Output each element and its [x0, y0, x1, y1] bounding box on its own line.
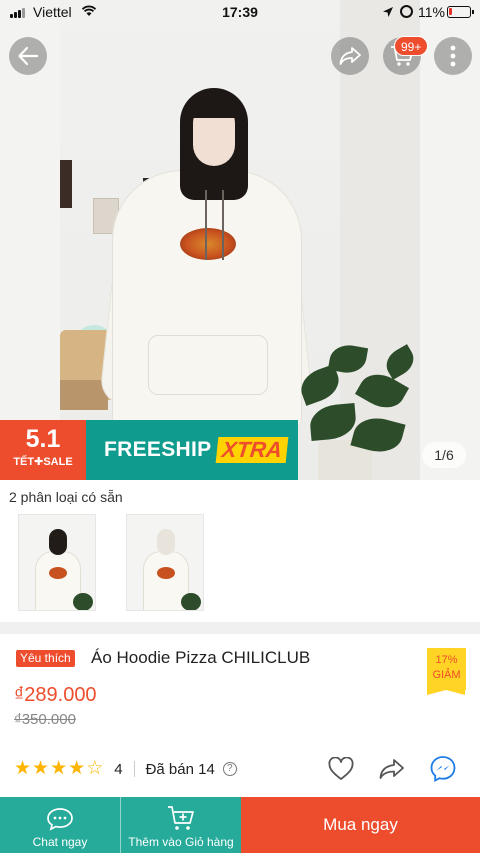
cart-count-badge: 99+ [394, 36, 429, 56]
variants-title: 2 phân loại có sẵn [9, 489, 123, 505]
heart-icon [328, 757, 354, 780]
location-icon [383, 7, 393, 17]
star-filled-icon: ★ [50, 758, 68, 779]
variant-thumbnail[interactable] [18, 514, 96, 611]
more-vertical-icon [450, 45, 456, 67]
hoodie-string [222, 190, 224, 260]
promo-banner[interactable]: 5.1 TẾT✚SALE FREESHIP XTRA [0, 420, 298, 480]
variant-thumbnail[interactable] [126, 514, 204, 611]
more-options-button[interactable] [434, 37, 472, 75]
discount-badge: 17% GIẢM [427, 648, 466, 695]
share-button[interactable] [331, 37, 369, 75]
model-bangs [190, 96, 238, 118]
xtra-label: XTRA [216, 437, 289, 463]
product-title: Áo Hoodie Pizza CHILICLUB [91, 648, 311, 667]
sale-label: TẾT✚SALE [13, 456, 73, 468]
arrow-left-icon [18, 46, 39, 66]
star-empty-icon: ☆ [86, 758, 104, 779]
pizza-print [180, 228, 236, 260]
sale-date: 5.1 [25, 425, 61, 453]
rating-value[interactable]: 4 [114, 761, 122, 778]
original-price: ₫350.000 [14, 711, 76, 728]
star-filled-icon: ★ [68, 758, 86, 779]
chat-icon [47, 808, 73, 831]
bottom-action-bar: Chat ngay Thêm vào Giỏ hàng Mua ngay [0, 797, 480, 853]
share-icon [339, 47, 361, 65]
buy-now-label: Mua ngay [323, 815, 398, 834]
share-product-button[interactable] [377, 754, 407, 784]
sale-badge: 5.1 TẾT✚SALE [0, 420, 86, 480]
product-price: ₫289.000 [14, 684, 97, 706]
chat-label: Chat ngay [32, 835, 88, 849]
like-button[interactable] [326, 754, 356, 784]
rating-row: ★ ★ ★ ★ ☆ 4 Đã bán 14 ? [14, 758, 237, 780]
buy-now-button[interactable]: Mua ngay [241, 797, 480, 853]
share-icon [379, 759, 404, 779]
image-frame [60, 160, 72, 208]
discount-percent: 17% [435, 654, 458, 666]
rotation-lock-icon [400, 5, 413, 18]
sold-count: Đã bán 14 [145, 760, 215, 778]
section-divider [0, 622, 480, 634]
battery-icon [447, 6, 474, 18]
status-bar: Viettel 17:39 11% [0, 0, 480, 26]
freeship-banner: FREESHIP XTRA [86, 420, 298, 480]
add-cart-icon [168, 806, 194, 830]
messenger-button[interactable] [428, 754, 458, 784]
hoodie-pocket [148, 335, 268, 395]
messenger-icon [430, 756, 456, 783]
rating-stars: ★ ★ ★ ★ ☆ [14, 759, 104, 779]
chat-button[interactable]: Chat ngay [0, 797, 120, 853]
plant [290, 340, 420, 480]
image-counter: 1/6 [422, 442, 466, 468]
hoodie-string [205, 190, 207, 260]
star-filled-icon: ★ [32, 758, 50, 779]
battery-percent: 11% [418, 4, 445, 20]
back-button[interactable] [9, 37, 47, 75]
divider [133, 761, 135, 777]
discount-label: GIẢM [432, 669, 461, 681]
star-filled-icon: ★ [14, 758, 32, 779]
add-to-cart-button[interactable]: Thêm vào Giỏ hàng [120, 797, 241, 853]
add-to-cart-label: Thêm vào Giỏ hàng [128, 835, 234, 849]
help-icon[interactable]: ? [222, 762, 237, 776]
freeship-label: FREESHIP [104, 438, 212, 461]
favorite-tag: Yêu thích [16, 650, 75, 667]
